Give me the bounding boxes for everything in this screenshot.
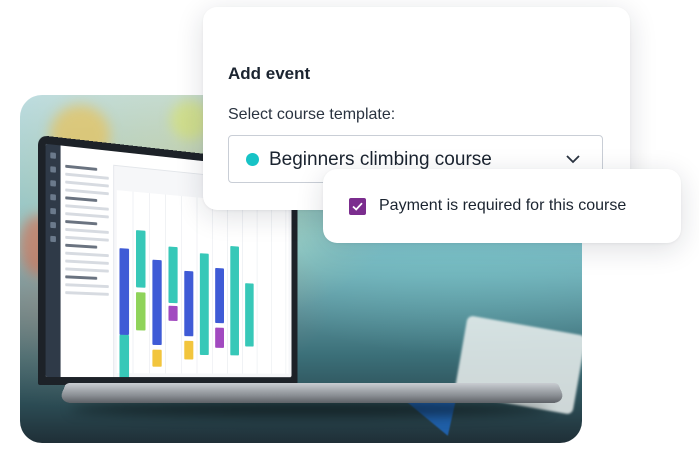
calendar-event [152,259,162,346]
calendar-event [119,334,130,378]
payment-required-card: Payment is required for this course [323,169,681,243]
calendar-event [136,292,146,331]
app-filter-panel [60,159,115,378]
calendar-grid [116,190,289,378]
calendar-event [184,270,194,337]
add-event-title: Add event [228,64,311,83]
calendar-event [215,267,224,324]
calendar-event [119,248,130,335]
selected-template-text: Beginners climbing course [269,149,492,170]
calendar-event [215,327,224,348]
check-icon [352,202,363,211]
calendar-event [152,349,162,367]
calendar-event [136,230,146,288]
payment-required-checkbox[interactable] [349,198,366,215]
laptop-shadow [70,402,550,416]
calendar-event [199,253,209,356]
app-sidebar [45,143,61,378]
template-color-dot [246,153,259,166]
calendar-event [184,340,194,360]
chevron-down-icon[interactable] [566,152,580,166]
calendar-event [245,283,254,347]
calendar-event [230,246,239,356]
calendar-event [168,246,178,304]
course-template-label: Select course template: [228,106,396,123]
payment-required-label: Payment is required for this course [379,197,627,214]
laptop-base [57,383,567,404]
calendar-event [168,305,178,322]
